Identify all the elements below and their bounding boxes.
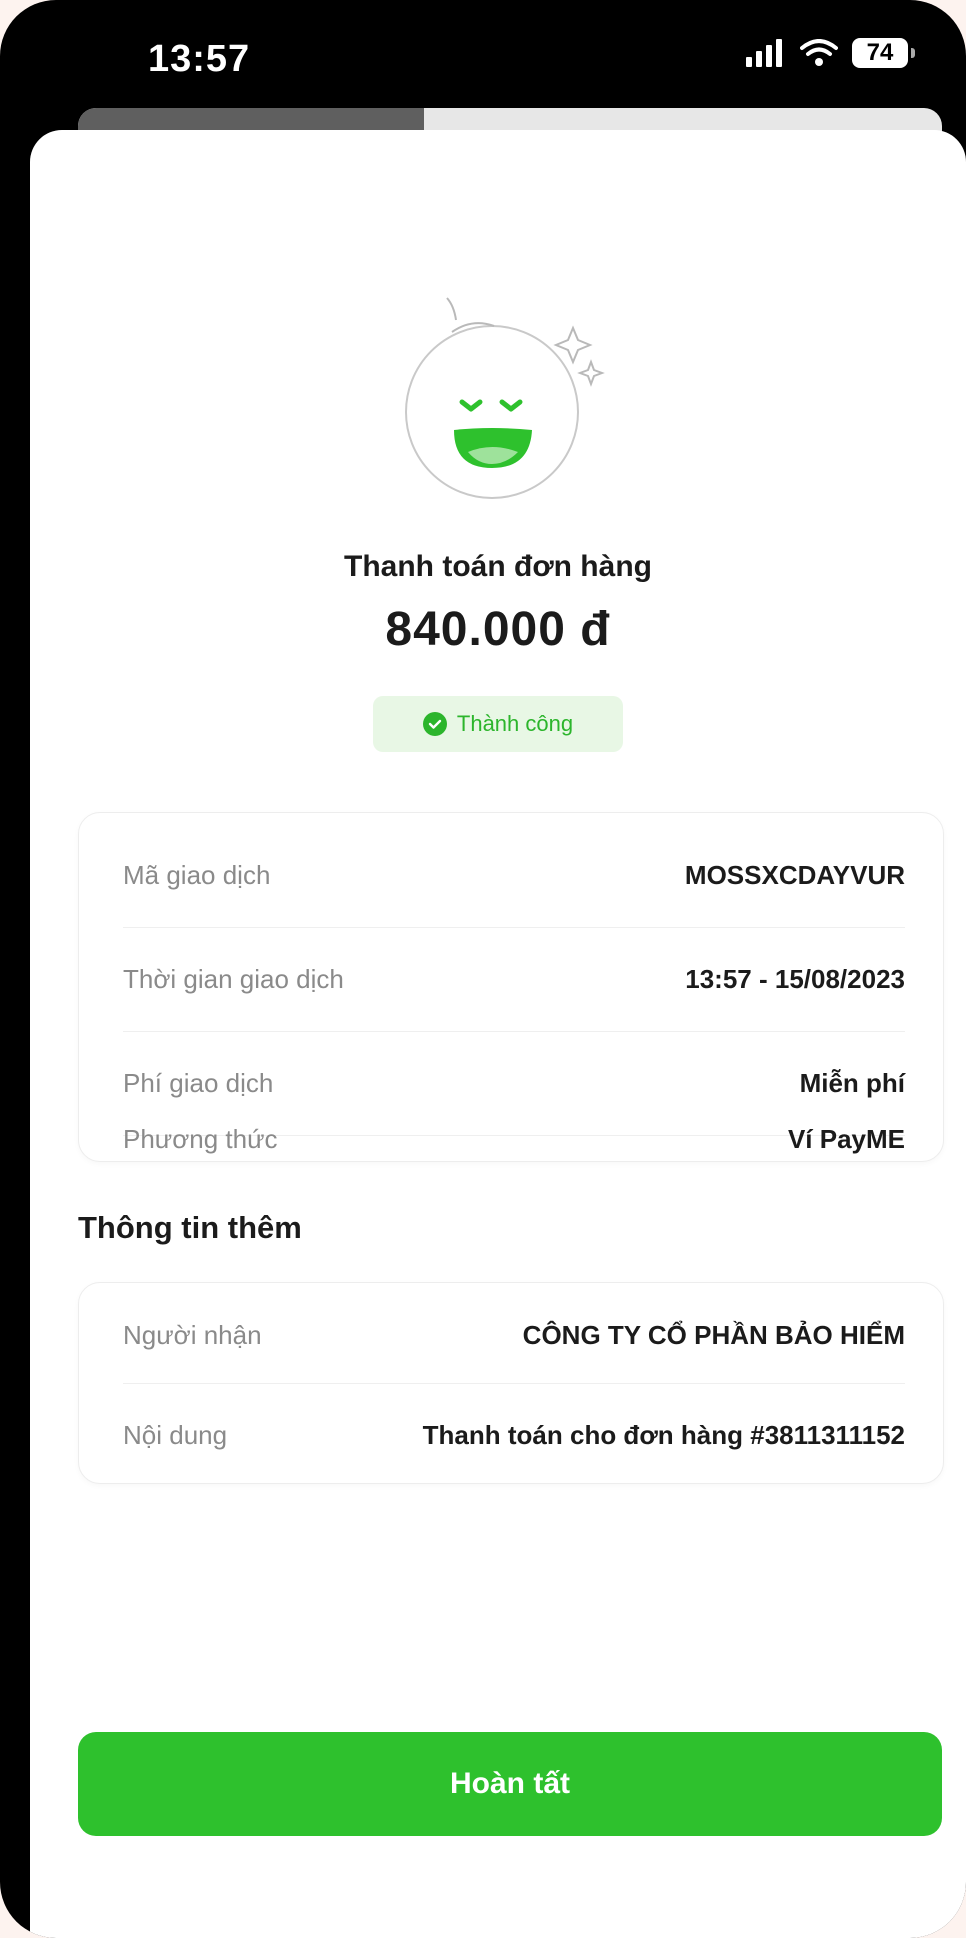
payment-title: Thanh toán đơn hàng bbox=[344, 550, 652, 583]
check-circle-icon bbox=[422, 712, 447, 736]
transaction-details-card: Mã giao dịch MOSSXCDAYVUR Thời gian giao… bbox=[78, 812, 944, 1162]
phone-screen: 13:57 74 Thanh toán đơn hàng 840.000 đ T… bbox=[0, 0, 966, 1938]
detail-value: 13:57 - 15/08/2023 bbox=[685, 963, 905, 994]
extra-info-title: Thông tin thêm bbox=[78, 1210, 302, 1245]
detail-value: Ví PayME bbox=[787, 1123, 905, 1154]
receipt-sheet: Thanh toán đơn hàng 840.000 đ Thành công… bbox=[30, 130, 966, 1938]
extra-value: CÔNG TY CỔ PHẦN BẢO HIỂM bbox=[522, 1319, 905, 1350]
status-badge: Thành công bbox=[373, 696, 623, 752]
detail-label: Thời gian giao dịch bbox=[123, 963, 344, 994]
done-button[interactable]: Hoàn tất bbox=[78, 1732, 942, 1836]
battery-icon: 74 bbox=[852, 38, 915, 68]
status-text: Thành công bbox=[456, 711, 574, 736]
detail-row-transaction-id: Mã giao dịch MOSSXCDAYVUR bbox=[123, 823, 905, 927]
extra-row-content: Nội dung Thanh toán cho đơn hàng #381131… bbox=[123, 1383, 905, 1487]
extra-value: Thanh toán cho đơn hàng #3811311152 bbox=[422, 1419, 905, 1450]
detail-label: Phương thức bbox=[123, 1123, 278, 1154]
status-icons: 74 bbox=[746, 38, 915, 68]
wifi-icon bbox=[800, 39, 838, 66]
detail-value: Miễn phí bbox=[799, 1067, 905, 1098]
status-time: 13:57 bbox=[148, 38, 251, 80]
signal-icon bbox=[746, 39, 782, 67]
detail-label: Phí giao dịch bbox=[123, 1067, 274, 1098]
detail-row-time: Thời gian giao dịch 13:57 - 15/08/2023 bbox=[123, 927, 905, 1031]
extra-label: Nội dung bbox=[123, 1419, 228, 1450]
detail-label: Mã giao dịch bbox=[123, 859, 271, 890]
payment-amount: 840.000 đ bbox=[385, 603, 611, 656]
detail-value[interactable]: MOSSXCDAYVUR bbox=[685, 860, 905, 891]
battery-level: 74 bbox=[866, 39, 894, 66]
extra-info-card: Người nhận CÔNG TY CỔ PHẦN BẢO HIỂM Nội … bbox=[78, 1282, 944, 1484]
extra-row-recipient: Người nhận CÔNG TY CỔ PHẦN BẢO HIỂM bbox=[123, 1283, 905, 1387]
smiley-mascot-icon bbox=[405, 297, 605, 499]
extra-label: Người nhận bbox=[123, 1319, 262, 1350]
detail-row-method: Phương thức Ví PayME bbox=[123, 1109, 905, 1169]
